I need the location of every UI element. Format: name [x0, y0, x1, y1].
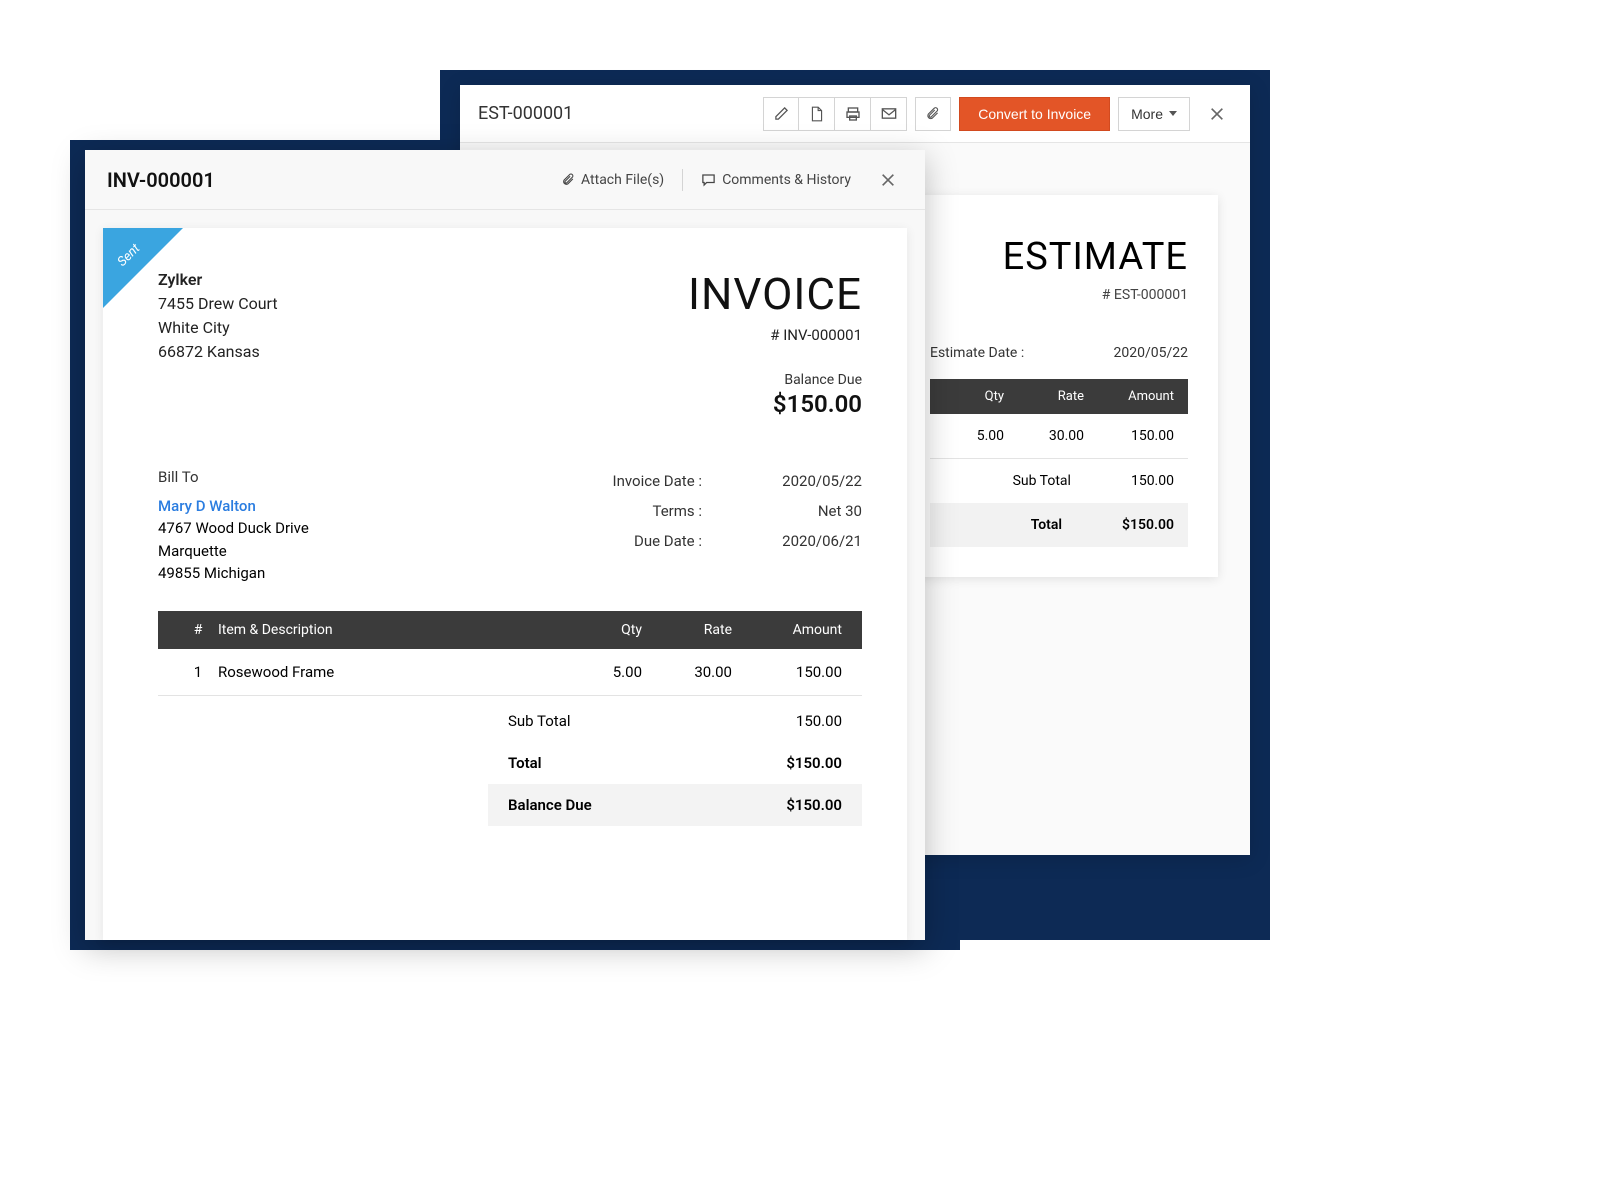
balance-due-row-label: Balance Due	[508, 796, 592, 814]
subtotal-value: 150.00	[796, 712, 842, 730]
col-desc: Item & Description	[218, 622, 562, 638]
close-button[interactable]	[1202, 99, 1232, 129]
balance-due-value: $150.00	[688, 390, 862, 418]
estimate-table-row: 5.00 30.00 150.00	[930, 414, 1188, 459]
estimate-document: ESTIMATE # EST-000001 Estimate Date : 20…	[900, 195, 1218, 577]
cell-num: 1	[178, 663, 218, 681]
from-line3: 66872 Kansas	[158, 340, 278, 364]
invoice-window: INV-000001 Attach File(s) Comments & His…	[85, 150, 925, 940]
edit-button[interactable]	[763, 97, 799, 131]
mail-icon	[881, 107, 897, 120]
estimate-subtotal-value: 150.00	[1131, 473, 1174, 489]
customer-line2: Marquette	[158, 540, 309, 563]
cell-rate: 30.00	[1004, 428, 1084, 444]
total-value: $150.00	[786, 754, 842, 772]
invoice-close-button[interactable]	[873, 165, 903, 195]
cell-qty: 5.00	[944, 428, 1004, 444]
cell-rate: 30.00	[642, 663, 732, 681]
customer-name[interactable]: Mary D Walton	[158, 495, 309, 518]
balance-due-row-value: $150.00	[786, 796, 842, 814]
estimate-doc-number: # EST-000001	[930, 287, 1188, 303]
bill-to-label: Bill To	[158, 466, 309, 489]
customer-line1: 4767 Wood Duck Drive	[158, 517, 309, 540]
total-label: Total	[508, 754, 542, 772]
paperclip-icon	[926, 106, 940, 122]
balance-due-label: Balance Due	[688, 372, 862, 388]
dropdown-caret-icon	[1169, 111, 1177, 116]
col-rate: Rate	[1004, 389, 1084, 404]
estimate-total-label: Total	[1031, 517, 1062, 533]
due-date-value: 2020/06/21	[742, 532, 862, 550]
col-amount: Amount	[732, 622, 842, 638]
from-line2: White City	[158, 316, 278, 340]
bill-to-block: Bill To Mary D Walton 4767 Wood Duck Dri…	[158, 466, 309, 585]
print-button[interactable]	[835, 97, 871, 131]
due-date-label: Due Date :	[572, 532, 702, 550]
more-label: More	[1131, 106, 1163, 122]
invoice-title: INV-000001	[107, 168, 215, 192]
estimate-title: EST-000001	[478, 103, 573, 124]
terms-label: Terms :	[572, 502, 702, 520]
attach-files-label: Attach File(s)	[581, 172, 664, 188]
invoice-header: INV-000001 Attach File(s) Comments & His…	[85, 150, 925, 210]
cell-amount: 150.00	[1084, 428, 1174, 444]
printer-icon	[845, 106, 861, 122]
estimate-doc-title: ESTIMATE	[930, 235, 1188, 279]
estimate-date-label: Estimate Date :	[930, 345, 1024, 361]
separator	[682, 169, 683, 191]
estimate-toolbar	[763, 97, 907, 131]
invoice-doc-title: INVOICE	[688, 268, 862, 320]
estimate-header: EST-000001 Convert to Invoice	[460, 85, 1250, 143]
invoice-meta: Invoice Date : 2020/05/22 Terms : Net 30…	[572, 466, 862, 556]
col-rate: Rate	[642, 622, 732, 638]
cell-desc: Rosewood Frame	[218, 663, 562, 681]
cell-qty: 5.00	[562, 663, 642, 681]
convert-to-invoice-button[interactable]: Convert to Invoice	[959, 97, 1110, 131]
col-num: #	[178, 622, 218, 638]
attach-button[interactable]	[915, 97, 951, 131]
comments-history-link[interactable]: Comments & History	[701, 172, 851, 188]
estimate-total-value: $150.00	[1122, 517, 1174, 533]
estimate-subtotal-label: Sub Total	[1013, 473, 1071, 489]
invoice-table-row: 1 Rosewood Frame 5.00 30.00 150.00	[158, 649, 862, 696]
paperclip-icon	[562, 172, 575, 188]
subtotal-label: Sub Total	[508, 712, 571, 730]
comment-icon	[701, 173, 716, 187]
pdf-button[interactable]	[799, 97, 835, 131]
col-qty: Qty	[944, 389, 1004, 404]
estimate-table-header: Qty Rate Amount	[930, 379, 1188, 414]
pencil-icon	[774, 106, 789, 121]
col-amount: Amount	[1084, 389, 1174, 404]
invoice-date-label: Invoice Date :	[572, 472, 702, 490]
invoice-date-value: 2020/05/22	[742, 472, 862, 490]
invoice-document: Sent Zylker 7455 Drew Court White City 6…	[103, 228, 907, 940]
col-qty: Qty	[562, 622, 642, 638]
invoice-totals: Sub Total 150.00 Total $150.00 Balance D…	[488, 700, 862, 826]
close-icon	[880, 172, 896, 188]
terms-value: Net 30	[742, 502, 862, 520]
cell-amount: 150.00	[732, 663, 842, 681]
comments-history-label: Comments & History	[722, 172, 851, 188]
more-button[interactable]: More	[1118, 97, 1190, 131]
attach-files-link[interactable]: Attach File(s)	[562, 172, 664, 188]
invoice-table-header: # Item & Description Qty Rate Amount	[158, 611, 862, 649]
estimate-date-value: 2020/05/22	[1114, 345, 1189, 361]
mail-button[interactable]	[871, 97, 907, 131]
customer-line3: 49855 Michigan	[158, 562, 309, 585]
invoice-doc-number: # INV-000001	[688, 326, 862, 344]
pdf-icon	[810, 106, 824, 122]
close-icon	[1209, 106, 1225, 122]
